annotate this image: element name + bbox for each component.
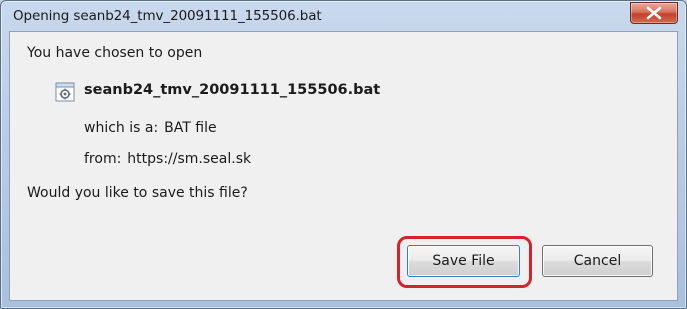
- close-icon: [646, 6, 662, 20]
- source-value: https://sm.seal.sk: [127, 151, 252, 167]
- save-question: Would you like to save this file?: [27, 185, 248, 201]
- file-type-row: which is a: BAT file: [84, 120, 217, 136]
- download-dialog: Opening seanb24_tmv_20091111_155506.bat …: [0, 0, 687, 309]
- file-type-label: which is a:: [84, 120, 159, 136]
- close-button[interactable]: [630, 2, 678, 24]
- cancel-button[interactable]: Cancel: [542, 245, 653, 277]
- window-title: Opening seanb24_tmv_20091111_155506.bat: [13, 8, 322, 24]
- source-label: from:: [84, 151, 122, 167]
- intro-text: You have chosen to open: [27, 45, 203, 61]
- file-type-value: BAT file: [164, 120, 217, 136]
- title-bar[interactable]: Opening seanb24_tmv_20091111_155506.bat: [1, 1, 686, 31]
- dialog-body: You have chosen to open seanb24_tmv_2009…: [9, 31, 678, 301]
- file-name: seanb24_tmv_20091111_155506.bat: [84, 82, 381, 98]
- save-file-button[interactable]: Save File: [407, 245, 520, 277]
- source-row: from: https://sm.seal.sk: [84, 151, 251, 167]
- bat-file-icon: [55, 82, 75, 102]
